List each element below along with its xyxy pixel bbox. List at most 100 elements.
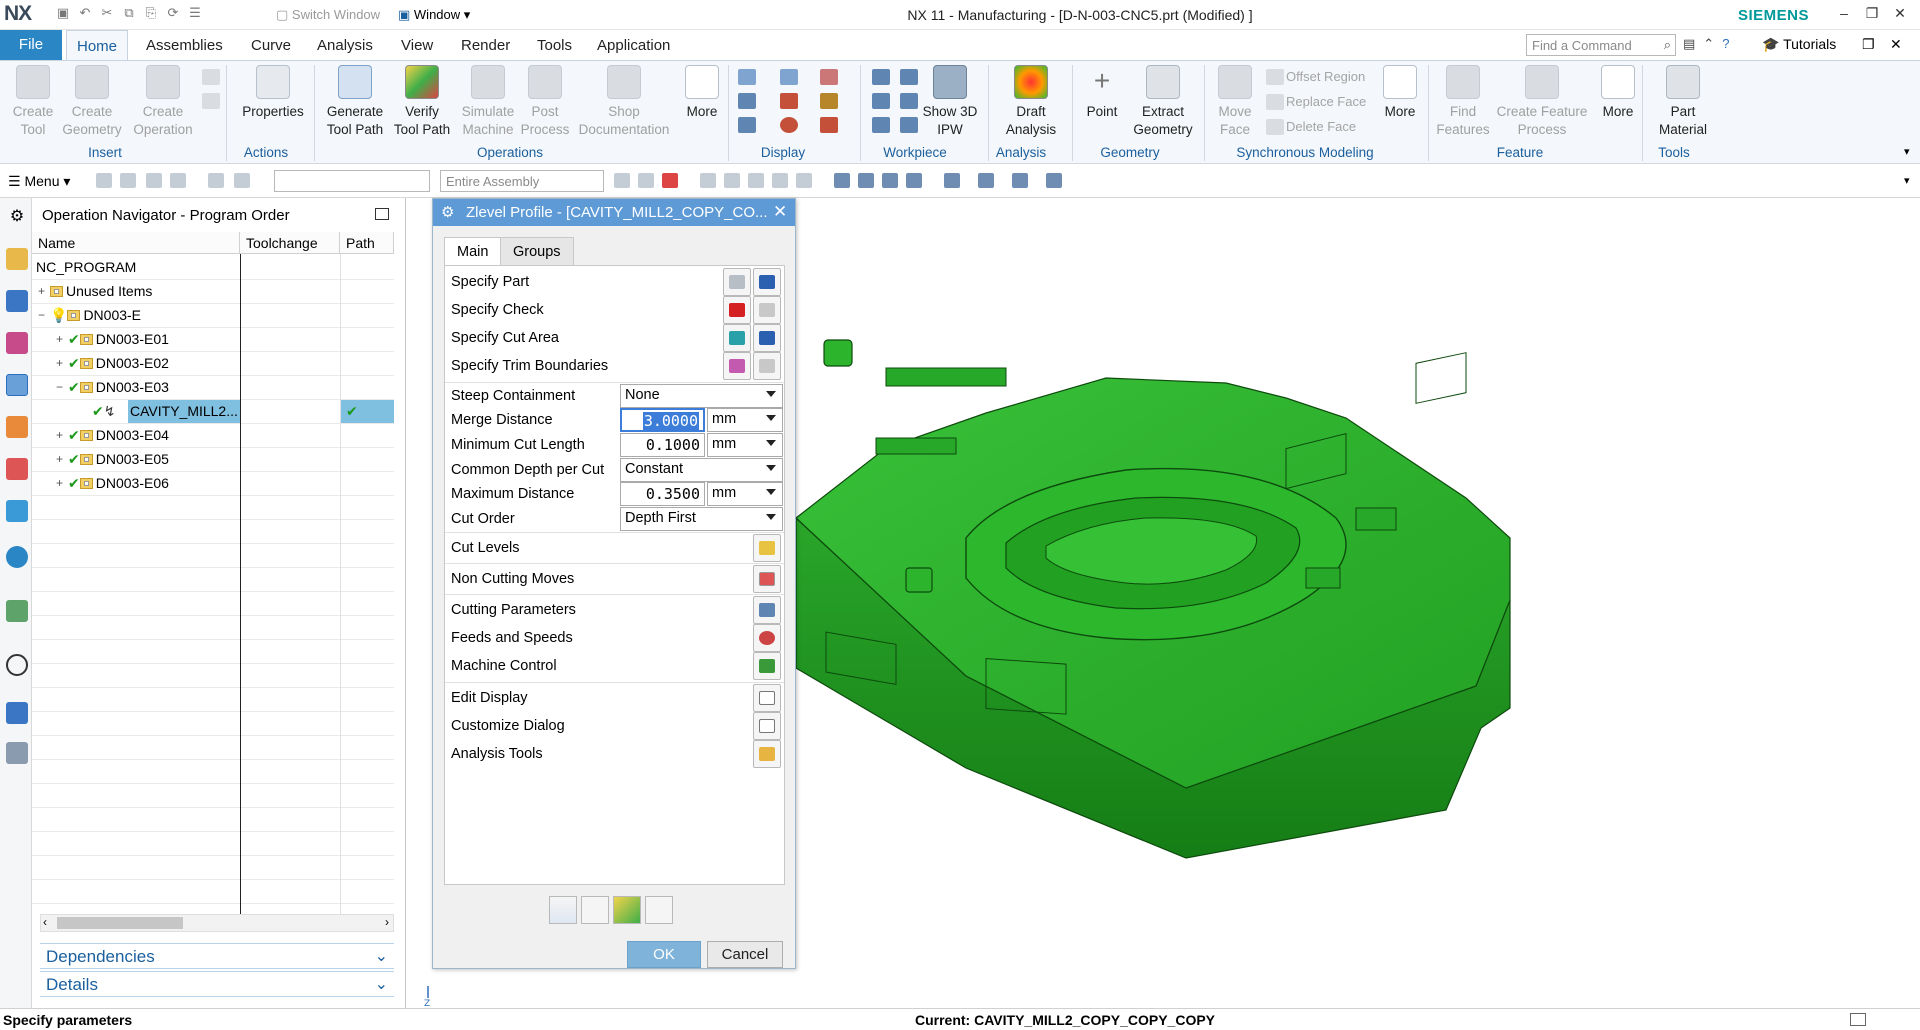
copy-icon[interactable]: ⧉	[121, 5, 137, 21]
assembly-filter-select[interactable]: Entire Assembly	[440, 170, 604, 192]
post-process-button[interactable]: Post Process	[520, 65, 570, 139]
expand-icon[interactable]: +	[56, 448, 66, 471]
insert-small-icon[interactable]	[202, 69, 220, 85]
point-button[interactable]: + Point	[1080, 65, 1124, 121]
snap-icon-5[interactable]	[724, 173, 740, 188]
details-panel-header[interactable]: Details ⌄	[40, 971, 394, 997]
workpiece-icon-3[interactable]	[872, 93, 890, 109]
tab-home[interactable]: Home	[66, 30, 129, 60]
delete-face-button[interactable]: Delete Face	[1286, 119, 1356, 134]
menu-button[interactable]: ☰ Menu ▾	[8, 173, 70, 190]
constraint-navigator-icon[interactable]	[6, 290, 28, 312]
display-icon-3[interactable]	[820, 69, 838, 85]
snap-icon-2[interactable]	[638, 173, 654, 188]
selection-icon-1[interactable]	[96, 173, 112, 188]
collapse-icon[interactable]: −	[38, 304, 48, 327]
display-icon-2[interactable]	[780, 69, 798, 85]
dependencies-panel-header[interactable]: Dependencies ⌄	[40, 943, 394, 969]
maximum-distance-unit-select[interactable]: mm	[707, 482, 783, 506]
hd3d-tools-icon[interactable]	[6, 600, 28, 622]
operation-navigator-icon[interactable]	[6, 374, 28, 396]
tab-view[interactable]: View	[391, 30, 443, 60]
snap-icon-8[interactable]	[796, 173, 812, 188]
collapse-ribbon-icon[interactable]: ⌃	[1703, 36, 1714, 52]
replace-face-button[interactable]: Replace Face	[1286, 94, 1366, 109]
column-header-path[interactable]: Path	[340, 232, 394, 254]
close-icon[interactable]: ✕	[773, 202, 787, 222]
expand-icon[interactable]: +	[56, 328, 66, 351]
select-part-button[interactable]	[723, 268, 751, 296]
tab-file[interactable]: File	[0, 30, 62, 60]
insert-small-icon-2[interactable]	[202, 93, 220, 109]
tab-analysis[interactable]: Analysis	[307, 30, 383, 60]
rendering-style-icon[interactable]	[944, 173, 960, 188]
select-trim-boundaries-button[interactable]	[723, 352, 751, 380]
select-check-button[interactable]	[723, 296, 751, 324]
generate-tool-path-button[interactable]: Generate Tool Path	[322, 65, 388, 139]
replace-face-icon[interactable]	[1266, 94, 1284, 110]
tab-main[interactable]: Main	[444, 237, 502, 266]
column-header-name[interactable]: Name	[32, 232, 240, 254]
system-scenes-icon[interactable]	[6, 742, 28, 764]
display-icon-8[interactable]	[780, 117, 798, 133]
expand-icon[interactable]: +	[56, 472, 66, 495]
cutting-parameters-button[interactable]	[753, 596, 781, 624]
rotate-icon[interactable]	[882, 173, 898, 188]
draft-analysis-button[interactable]: Draft Analysis	[996, 65, 1066, 139]
snap-icon-1[interactable]	[614, 173, 630, 188]
cut-icon[interactable]: ✂	[99, 5, 115, 21]
cut-order-select[interactable]: Depth First	[620, 507, 783, 531]
create-tool-button[interactable]: Create Tool	[8, 65, 58, 139]
expand-icon[interactable]: +	[56, 424, 66, 447]
tutorials-button[interactable]: 🎓 Tutorials	[1762, 36, 1836, 53]
replay-icon[interactable]	[581, 896, 609, 924]
selection-icon-4[interactable]	[170, 173, 186, 188]
simulate-machine-button[interactable]: Simulate Machine	[458, 65, 518, 139]
display-icon-7[interactable]	[738, 117, 756, 133]
display-part-button[interactable]	[753, 268, 781, 296]
generate-icon[interactable]	[549, 896, 577, 924]
verify-icon[interactable]	[613, 896, 641, 924]
paste-icon[interactable]: ⎘	[143, 5, 159, 21]
selection-icon-3[interactable]	[146, 173, 162, 188]
roles-icon[interactable]	[6, 702, 28, 724]
cancel-button[interactable]: Cancel	[707, 941, 783, 968]
repeat-command-icon[interactable]: ⟳	[165, 5, 181, 21]
select-cut-area-button[interactable]	[723, 324, 751, 352]
reuse-library-icon[interactable]	[6, 500, 28, 522]
move-face-button[interactable]: Move Face	[1212, 65, 1258, 139]
ribbon-chevron-down-icon[interactable]: ▾	[1904, 145, 1910, 158]
show-hide-icon[interactable]	[1046, 173, 1062, 188]
minimum-cut-length-input[interactable]: 0.1000	[620, 433, 705, 457]
properties-button[interactable]: Properties	[236, 65, 310, 121]
workpiece-icon-2[interactable]	[900, 69, 918, 85]
fit-view-icon[interactable]	[834, 173, 850, 188]
expand-icon[interactable]: +	[38, 280, 48, 303]
steep-containment-select[interactable]: None	[620, 384, 783, 408]
offset-region-icon[interactable]	[1266, 69, 1284, 85]
delete-face-icon[interactable]	[1266, 119, 1284, 135]
history-icon[interactable]	[6, 654, 28, 676]
machine-control-button[interactable]	[753, 652, 781, 680]
display-icon-4[interactable]	[738, 93, 756, 109]
list-icon[interactable]	[645, 896, 673, 924]
machining-feature-navigator-icon[interactable]	[6, 458, 28, 480]
snap-icon-6[interactable]	[748, 173, 764, 188]
restore-icon[interactable]: ❐	[1862, 5, 1882, 22]
non-cutting-moves-button[interactable]	[753, 565, 781, 593]
selection-icon-6[interactable]	[234, 173, 250, 188]
part-navigator-icon[interactable]	[6, 332, 28, 354]
view-section-icon[interactable]	[1012, 173, 1028, 188]
gear-icon[interactable]: ⚙	[6, 206, 28, 228]
display-icon-6[interactable]	[820, 93, 838, 109]
feature-more-button[interactable]: More	[1598, 65, 1638, 121]
workpiece-icon-6[interactable]	[900, 117, 918, 133]
ribbon-options-icon[interactable]: ▤	[1683, 36, 1695, 52]
edit-display-button[interactable]	[753, 684, 781, 712]
part-material-button[interactable]: Part Material	[1650, 65, 1716, 139]
tab-groups[interactable]: Groups	[500, 237, 574, 265]
machine-tool-navigator-icon[interactable]	[6, 416, 28, 438]
tab-render[interactable]: Render	[451, 30, 520, 60]
display-icon-1[interactable]	[738, 69, 756, 85]
tab-curve[interactable]: Curve	[241, 30, 301, 60]
